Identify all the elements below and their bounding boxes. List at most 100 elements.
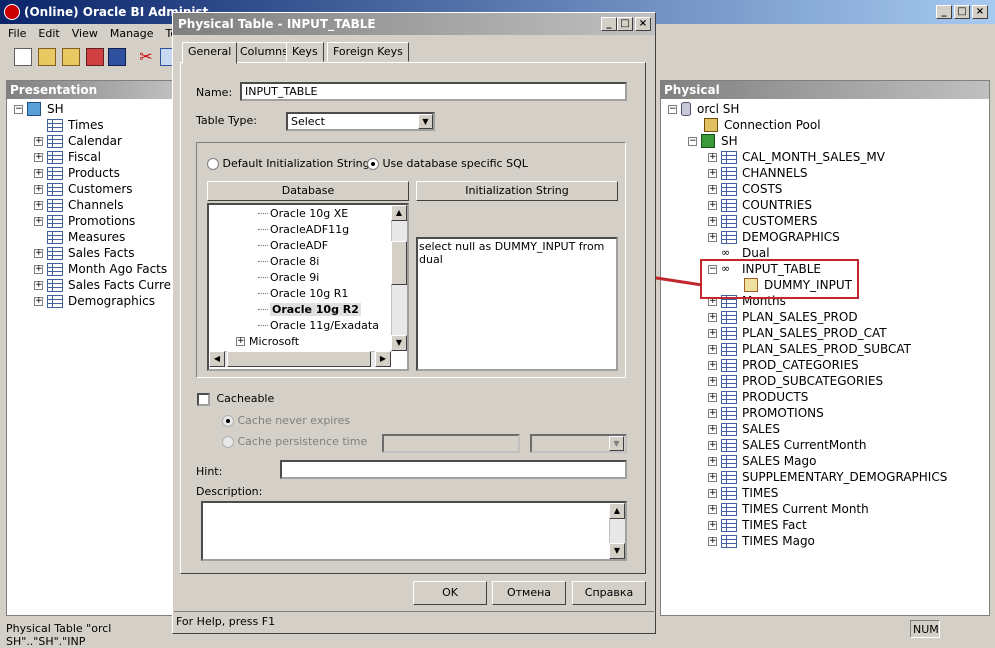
presentation-item[interactable]: + Channels [34, 197, 124, 213]
save-icon[interactable] [108, 48, 126, 66]
expand-icon[interactable]: + [708, 184, 717, 194]
minimize-button[interactable]: _ [936, 5, 952, 19]
radio-default-icon[interactable] [207, 158, 219, 170]
dialog-minimize-button[interactable]: _ [601, 17, 617, 31]
expand-icon[interactable]: + [708, 520, 717, 530]
presentation-item[interactable]: +Times [34, 117, 104, 133]
expand-icon[interactable]: + [708, 152, 717, 162]
physical-table-item[interactable]: + CHANNELS [708, 165, 807, 181]
chevron-down-icon[interactable]: ▼ [418, 114, 433, 129]
expand-icon[interactable]: + [34, 168, 43, 178]
physical-table-item[interactable]: + DEMOGRAPHICS [708, 229, 840, 245]
open-online-icon[interactable] [62, 48, 80, 66]
cache-persistence-radio[interactable]: Cache persistence time [222, 435, 367, 448]
expand-icon[interactable]: + [34, 248, 43, 258]
cache-unit-chevron-icon[interactable]: ▼ [609, 436, 624, 451]
physical-table-item[interactable]: + PLAN_SALES_PROD_CAT [708, 325, 887, 341]
cache-never-expires-radio[interactable]: Cache never expires [222, 414, 350, 427]
cache-never-radio-icon[interactable] [222, 415, 234, 427]
new-icon[interactable] [14, 48, 32, 66]
physical-table-item[interactable]: + TIMES Current Month [708, 501, 869, 517]
schema-node[interactable]: − SH [688, 133, 738, 149]
tab-keys[interactable]: Keys [286, 42, 324, 62]
database-list-item[interactable]: Oracle 11g/Exadata [258, 317, 379, 333]
hscroll-thumb[interactable] [227, 351, 371, 367]
expand-icon[interactable]: + [708, 344, 717, 354]
expand-icon[interactable]: + [34, 136, 43, 146]
database-list-item[interactable]: Oracle 10g XE [258, 205, 348, 221]
scroll-thumb[interactable] [391, 241, 407, 285]
init-string-textarea[interactable]: select null as DUMMY_INPUT from dual [416, 237, 618, 371]
presentation-root[interactable]: − SH [14, 101, 64, 117]
physical-table-item[interactable]: + SUPPLEMENTARY_DEMOGRAPHICS [708, 469, 947, 485]
ok-button[interactable]: OK [413, 581, 487, 605]
physical-table-item[interactable]: + CAL_MONTH_SALES_MV [708, 149, 885, 165]
expand-icon[interactable]: + [708, 200, 717, 210]
presentation-item[interactable]: + Calendar [34, 133, 122, 149]
expand-icon[interactable]: + [34, 200, 43, 210]
expand-icon[interactable]: + [708, 168, 717, 178]
presentation-item[interactable]: + Month Ago Facts [34, 261, 167, 277]
radio-default-init[interactable]: Default Initialization String [207, 157, 370, 170]
expand-icon[interactable]: + [34, 184, 43, 194]
presentation-item[interactable]: + Sales Facts [34, 245, 134, 261]
physical-table-item[interactable]: + SALES CurrentMonth [708, 437, 866, 453]
expand-icon[interactable]: + [708, 360, 717, 370]
physical-table-item[interactable]: + CUSTOMERS [708, 213, 817, 229]
expand-icon[interactable]: + [708, 376, 717, 386]
presentation-item[interactable]: + Promotions [34, 213, 135, 229]
physical-table-item[interactable]: + PROMOTIONS [708, 405, 824, 421]
description-textarea[interactable] [201, 501, 627, 561]
desc-scroll-down-icon[interactable]: ▼ [609, 543, 625, 559]
menu-manage[interactable]: Manage [110, 27, 154, 40]
name-input[interactable]: INPUT_TABLE [240, 82, 627, 101]
scroll-down-icon[interactable]: ▼ [391, 335, 407, 351]
physical-table-item[interactable]: + SALES [708, 421, 780, 437]
cacheable-checkbox[interactable]: Cacheable [197, 392, 274, 406]
expand-icon[interactable]: + [708, 408, 717, 418]
table-type-select[interactable]: Select [286, 112, 435, 131]
tab-general[interactable]: General [182, 42, 238, 64]
cache-time-input[interactable] [382, 434, 520, 453]
init-column-header[interactable]: Initialization String [416, 181, 618, 201]
maximize-button[interactable]: □ [954, 5, 970, 19]
menu-file[interactable]: File [8, 27, 26, 40]
cacheable-check-icon[interactable] [197, 392, 210, 406]
expand-icon[interactable]: + [708, 472, 717, 482]
tab-foreign-keys[interactable]: Foreign Keys [327, 42, 409, 62]
presentation-item[interactable]: + Products [34, 165, 120, 181]
radio-db-sql[interactable]: Use database specific SQL [367, 157, 528, 170]
presentation-item[interactable]: + Demographics [34, 293, 155, 309]
connection-pool-node[interactable]: Connection Pool [704, 117, 821, 133]
tab-columns[interactable]: Columns [234, 42, 294, 62]
expand-icon[interactable]: + [708, 232, 717, 242]
expand-icon[interactable]: + [34, 296, 43, 306]
expand-icon[interactable]: + [708, 392, 717, 402]
menu-view[interactable]: View [72, 27, 98, 40]
scroll-right-icon[interactable]: ▶ [375, 351, 391, 367]
dialog-close-button[interactable]: × [635, 17, 651, 31]
expand-icon[interactable]: + [34, 152, 43, 162]
scroll-up-icon[interactable]: ▲ [391, 205, 407, 221]
presentation-item[interactable]: +Measures [34, 229, 125, 245]
physical-table-item[interactable]: + SALES Mago [708, 453, 816, 469]
presentation-item[interactable]: + Customers [34, 181, 133, 197]
database-list-item[interactable]: Oracle 9i [258, 269, 319, 285]
expand-icon[interactable]: + [34, 216, 43, 226]
expand-icon[interactable]: + [708, 440, 717, 450]
expand-icon[interactable]: + [708, 216, 717, 226]
database-list-item[interactable]: Oracle 10g R1 [258, 285, 348, 301]
cancel-button[interactable]: Отмена [492, 581, 566, 605]
physical-table-item[interactable]: + TIMES [708, 485, 778, 501]
expand-icon[interactable]: + [236, 336, 245, 346]
desc-scroll-up-icon[interactable]: ▲ [609, 503, 625, 519]
physical-table-item[interactable]: + PLAN_SALES_PROD_SUBCAT [708, 341, 911, 357]
expand-icon[interactable]: + [708, 504, 717, 514]
physical-table-item[interactable]: + PROD_SUBCATEGORIES [708, 373, 883, 389]
expand-icon[interactable]: + [708, 328, 717, 338]
collapse-icon[interactable]: − [688, 136, 697, 146]
close-button[interactable]: × [972, 5, 988, 19]
radio-db-icon[interactable] [367, 158, 379, 170]
cache-persist-radio-icon[interactable] [222, 436, 234, 448]
physical-table-item[interactable]: + TIMES Mago [708, 533, 815, 549]
